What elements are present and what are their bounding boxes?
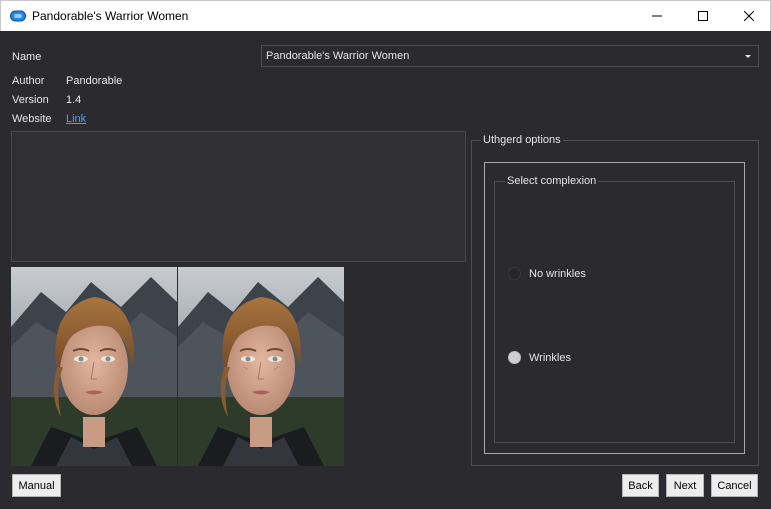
minimize-icon xyxy=(652,15,662,17)
title-bar: Pandorable's Warrior Women xyxy=(0,0,771,31)
website-label: Website xyxy=(12,113,52,125)
radio-label-wrinkles: Wrinkles xyxy=(529,351,571,364)
radio-wrinkles[interactable]: Wrinkles xyxy=(508,351,571,364)
maximize-button[interactable] xyxy=(680,1,726,31)
name-dropdown-value: Pandorable's Warrior Women xyxy=(266,50,410,62)
window-title: Pandorable's Warrior Women xyxy=(32,9,189,23)
options-group-title: Uthgerd options xyxy=(481,134,563,146)
cancel-button[interactable]: Cancel xyxy=(711,474,758,497)
close-button[interactable] xyxy=(726,1,771,31)
complexion-group-title: Select complexion xyxy=(505,175,599,187)
portrait-left xyxy=(11,267,177,466)
author-value: Pandorable xyxy=(66,75,123,87)
next-button[interactable]: Next xyxy=(666,474,704,497)
author-label: Author xyxy=(12,75,45,87)
app-icon xyxy=(10,10,26,22)
website-link[interactable]: Link xyxy=(66,113,86,125)
portrait-right xyxy=(178,267,344,466)
manual-button[interactable]: Manual xyxy=(12,474,61,497)
back-button[interactable]: Back xyxy=(622,474,659,497)
minimize-button[interactable] xyxy=(634,1,680,31)
radio-button-checked[interactable] xyxy=(508,351,521,364)
complexion-group xyxy=(494,181,735,443)
close-icon xyxy=(744,11,754,21)
radio-label-no-wrinkles: No wrinkles xyxy=(529,267,586,280)
version-label: Version xyxy=(12,94,49,106)
radio-button-unchecked[interactable] xyxy=(508,267,521,280)
radio-no-wrinkles[interactable]: No wrinkles xyxy=(508,267,586,280)
version-value: 1.4 xyxy=(66,94,82,106)
description-box xyxy=(11,131,466,262)
name-dropdown[interactable]: Pandorable's Warrior Women xyxy=(261,45,759,67)
maximize-icon xyxy=(698,11,708,21)
name-label: Name xyxy=(12,51,42,63)
chevron-down-icon xyxy=(745,55,751,58)
preview-image xyxy=(11,267,344,466)
